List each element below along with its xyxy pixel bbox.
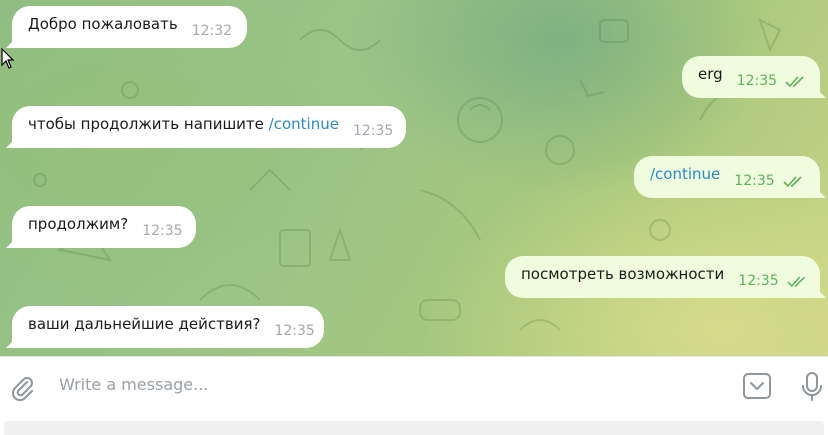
message-text: Добро пожаловать [28,15,178,33]
message-text: продолжим? [28,215,129,233]
read-checkmarks-icon [787,276,805,288]
message-text: чтобы продолжить напишите /continue [28,115,339,133]
chevron-down-icon[interactable] [742,372,772,400]
message-text-content: чтобы продолжить напишите [28,115,269,133]
message-incoming[interactable]: Добро пожаловать 12:32 [6,6,247,48]
command-link-continue[interactable]: /continue [269,115,339,133]
paperclip-icon[interactable] [8,373,36,401]
read-checkmarks-icon [785,76,804,88]
message-text: ваши дальнейшие действия? [28,315,261,333]
message-incoming[interactable]: продолжим? 12:35 [6,206,196,248]
message-incoming[interactable]: ваши дальнейшие действия? 12:35 [6,306,324,348]
message-incoming[interactable]: чтобы продолжить напишите /continue 12:3… [6,106,406,148]
message-outgoing[interactable]: посмотреть возможности 12:35 [505,256,826,298]
message-time: 12:35 [736,73,778,89]
microphone-icon[interactable] [800,371,824,403]
message-time: 12:35 [734,173,775,189]
bottom-bar [4,421,824,435]
message-text: посмотреть возможности [521,265,725,283]
message-outgoing[interactable]: erg 12:35 [682,56,826,98]
command-link-continue[interactable]: /continue [650,165,720,183]
message-input[interactable]: Write a message... [59,375,208,394]
message-outgoing[interactable]: /continue 12:35 [634,156,826,198]
read-checkmarks-icon [783,176,802,188]
message-time: 12:35 [738,273,779,289]
message-time: 12:35 [352,123,394,139]
message-composer: Write a message... [0,356,828,416]
chat-history[interactable]: Добро пожаловать 12:32 чтобы продолжить … [0,0,828,356]
message-text: erg [698,65,723,83]
message-time: 12:35 [274,323,315,339]
message-time: 12:35 [142,223,183,239]
mouse-cursor-icon [1,48,15,69]
message-time: 12:32 [191,23,233,39]
